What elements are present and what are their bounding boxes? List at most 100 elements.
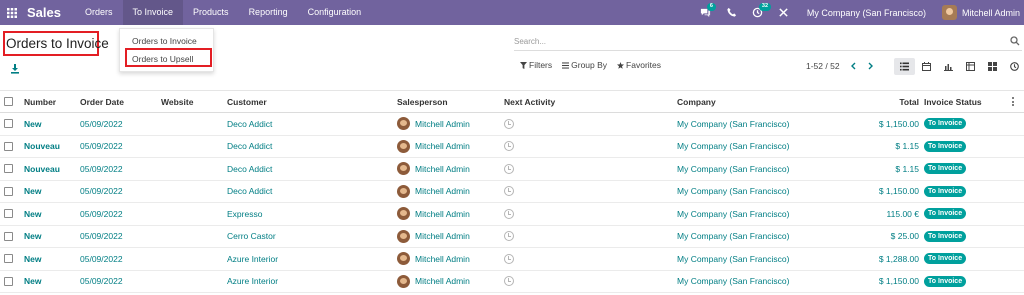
app-brand[interactable]: Sales: [27, 5, 61, 20]
row-checkbox[interactable]: [4, 231, 13, 241]
apps-grid-icon[interactable]: [2, 0, 22, 25]
list-view-icon[interactable]: [894, 58, 915, 75]
order-date: 05/09/2022: [80, 141, 123, 152]
pager: 1-52 / 52: [806, 60, 878, 72]
graph-view-icon[interactable]: [938, 58, 959, 75]
star-icon: [617, 61, 625, 69]
filters-button[interactable]: Filters: [520, 60, 552, 70]
optional-columns-icon[interactable]: [1012, 91, 1014, 112]
order-number: New: [24, 276, 42, 287]
total: $ 1.15: [895, 141, 919, 152]
table-row[interactable]: New 05/09/2022 Deco Addict Mitchell Admi…: [0, 181, 1024, 203]
activity-clock-icon[interactable]: [504, 113, 514, 135]
row-checkbox[interactable]: [4, 141, 13, 151]
search-input[interactable]: [514, 33, 994, 50]
company: My Company (San Francisco): [677, 276, 790, 287]
pivot-view-icon[interactable]: [960, 58, 981, 75]
menu-to-invoice[interactable]: To Invoice: [122, 0, 184, 25]
download-icon[interactable]: [10, 64, 20, 74]
top-navbar: Sales Orders To Invoice Products Reporti…: [0, 0, 1024, 25]
total: $ 1.15: [895, 163, 919, 174]
upsell-highlight-box: [125, 48, 212, 67]
group-by-button[interactable]: Group By: [562, 60, 607, 70]
select-all-checkbox[interactable]: [4, 97, 13, 106]
column-next-activity[interactable]: Next Activity: [504, 91, 555, 112]
table-row[interactable]: New 05/09/2022 Expresso Mitchell Admin M…: [0, 203, 1024, 226]
activity-clock-icon[interactable]: [504, 136, 514, 158]
row-checkbox[interactable]: [4, 209, 13, 219]
table-row[interactable]: New 05/09/2022 Deco Addict Mitchell Admi…: [0, 113, 1024, 136]
column-total[interactable]: Total: [899, 91, 919, 112]
row-checkbox[interactable]: [4, 254, 13, 264]
status-badge: To Invoice: [924, 253, 967, 265]
row-checkbox[interactable]: [4, 164, 13, 174]
salesperson-avatar: [397, 229, 410, 243]
table-row[interactable]: New 05/09/2022 Azure Interior Mitchell A…: [0, 271, 1024, 293]
total: $ 1,150.00: [878, 118, 919, 129]
salesperson-avatar: [397, 274, 410, 288]
salesperson: Mitchell Admin: [397, 203, 470, 225]
table-row[interactable]: New 05/09/2022 Azure Interior Mitchell A…: [0, 248, 1024, 271]
row-checkbox[interactable]: [4, 276, 13, 286]
phone-icon[interactable]: [719, 0, 745, 25]
row-checkbox[interactable]: [4, 119, 13, 129]
menu-orders[interactable]: Orders: [75, 0, 123, 25]
column-customer[interactable]: Customer: [227, 91, 267, 112]
column-website[interactable]: Website: [161, 91, 193, 112]
row-checkbox[interactable]: [4, 186, 13, 196]
activity-clock-icon[interactable]: [504, 203, 514, 225]
company: My Company (San Francisco): [677, 186, 790, 197]
customer: Azure Interior: [227, 276, 279, 287]
status-badge: To Invoice: [924, 140, 967, 152]
column-number[interactable]: Number: [24, 91, 56, 112]
menu-products[interactable]: Products: [183, 0, 239, 25]
user-name: Mitchell Admin: [961, 7, 1020, 18]
activity-clock-icon[interactable]: 32: [745, 0, 772, 25]
activity-clock-icon[interactable]: [504, 248, 514, 270]
pager-value[interactable]: 1-52 / 52: [806, 61, 840, 71]
table-row[interactable]: Nouveau 05/09/2022 Deco Addict Mitchell …: [0, 158, 1024, 181]
pager-next-icon[interactable]: [864, 60, 878, 72]
company: My Company (San Francisco): [677, 208, 790, 219]
kanban-view-icon[interactable]: [982, 58, 1003, 75]
pager-previous-icon[interactable]: [846, 60, 860, 72]
order-number: New: [24, 253, 42, 264]
customer: Expresso: [227, 208, 263, 219]
activity-view-icon[interactable]: [1004, 58, 1024, 75]
company: My Company (San Francisco): [677, 118, 790, 129]
search-bar: [514, 33, 1022, 51]
company-switcher[interactable]: My Company (San Francisco): [807, 8, 926, 18]
activity-clock-icon[interactable]: [504, 158, 514, 180]
user-menu[interactable]: Mitchell Admin: [941, 5, 1020, 20]
order-number: Nouveau: [24, 141, 60, 152]
column-invoice-status[interactable]: Invoice Status: [924, 91, 982, 112]
customer: Cerro Castor: [227, 231, 276, 242]
order-date: 05/09/2022: [80, 231, 123, 242]
menu-reporting[interactable]: Reporting: [239, 0, 298, 25]
order-number: New: [24, 208, 42, 219]
favorites-button[interactable]: Favorites: [617, 60, 661, 70]
menu-configuration[interactable]: Configuration: [298, 0, 372, 25]
total: $ 25.00: [890, 231, 919, 242]
salesperson: Mitchell Admin: [397, 248, 470, 270]
activity-clock-icon[interactable]: [504, 226, 514, 248]
table-row[interactable]: New 05/09/2022 Cerro Castor Mitchell Adm…: [0, 226, 1024, 248]
search-icon[interactable]: [1010, 36, 1020, 46]
order-number: New: [24, 231, 42, 242]
column-order-date[interactable]: Order Date: [80, 91, 124, 112]
salesperson: Mitchell Admin: [397, 271, 470, 293]
filter-icon: [520, 61, 527, 69]
search-options: Filters Group By Favorites: [520, 60, 671, 70]
table-header: Number Order Date Website Customer Sales…: [0, 90, 1024, 113]
debug-tools-icon[interactable]: [771, 0, 797, 25]
activity-clock-icon[interactable]: [504, 271, 514, 293]
table-row[interactable]: Nouveau 05/09/2022 Deco Addict Mitchell …: [0, 136, 1024, 158]
chat-icon[interactable]: 6: [693, 0, 719, 25]
activity-clock-icon[interactable]: [504, 181, 514, 203]
order-date: 05/09/2022: [80, 208, 123, 219]
calendar-view-icon[interactable]: [916, 58, 937, 75]
status-badge: To Invoice: [924, 118, 967, 130]
column-salesperson[interactable]: Salesperson: [397, 91, 448, 112]
column-company[interactable]: Company: [677, 91, 716, 112]
salesperson-avatar: [397, 207, 410, 221]
